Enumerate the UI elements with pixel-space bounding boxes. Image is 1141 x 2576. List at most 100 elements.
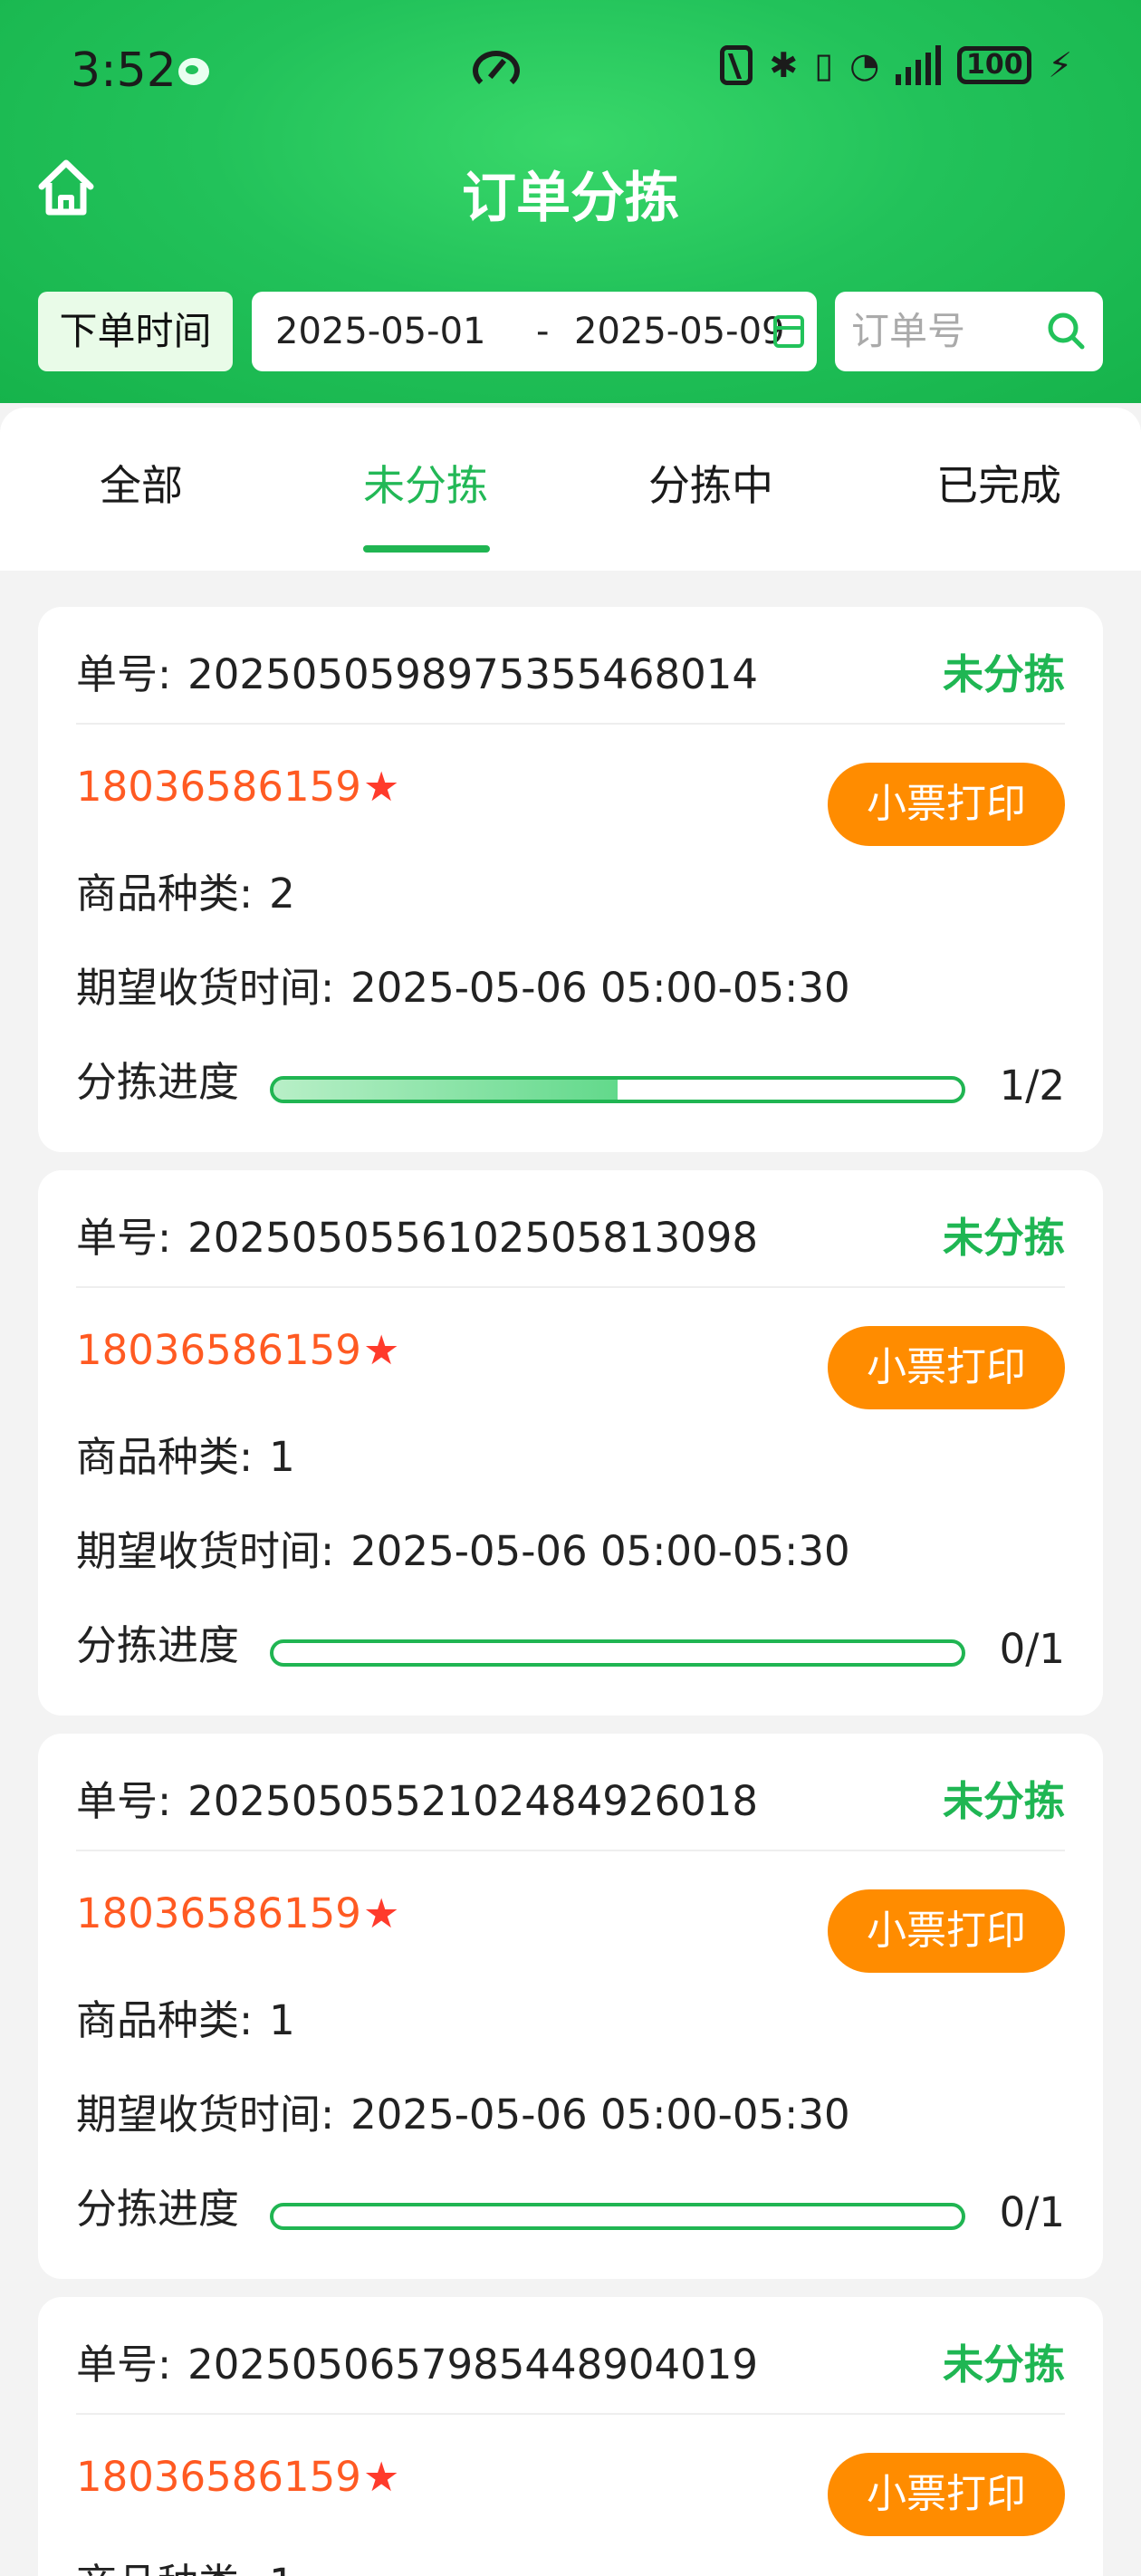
delivery-time: 期望收货时间: 2025-05-06 05:00-05:30 bbox=[76, 2081, 850, 2140]
product-types-label: 商品种类: bbox=[76, 1433, 254, 1481]
date-range-picker[interactable]: 2025-05-01 - 2025-05-09 bbox=[252, 292, 817, 371]
print-receipt-button[interactable]: 小票打印 bbox=[828, 1326, 1065, 1409]
delivery-time-label: 期望收货时间: bbox=[76, 2091, 335, 2139]
order-number: 单号: 2025050598975355468014 bbox=[76, 641, 758, 700]
sorting-progress-label: 分拣进度 bbox=[76, 1621, 240, 1669]
product-types: 商品种类: 1 bbox=[76, 1987, 295, 2046]
filter-bar: 下单时间 2025-05-01 - 2025-05-09 订单号 bbox=[38, 292, 1103, 371]
order-search-placeholder: 订单号 bbox=[851, 309, 966, 353]
order-number-value: 2025050657985448904019 bbox=[187, 2341, 759, 2389]
product-types-value: 1 bbox=[269, 1433, 295, 1481]
bluetooth-icon: ✱ bbox=[769, 45, 799, 85]
calendar-icon[interactable] bbox=[773, 315, 804, 348]
order-status: 未分拣 bbox=[942, 1214, 1065, 1262]
order-number-value: 2025050552102484926018 bbox=[187, 1777, 759, 1825]
tab-unsorted[interactable]: 未分拣 bbox=[363, 453, 488, 513]
delivery-time-value: 2025-05-06 05:00-05:30 bbox=[350, 2091, 850, 2139]
signal-icon bbox=[896, 45, 942, 85]
order-number: 单号: 2025050556102505813098 bbox=[76, 1205, 758, 1264]
order-number: 单号: 2025050552102484926018 bbox=[76, 1768, 758, 1827]
customer-phone: 18036586159★ bbox=[76, 2453, 399, 2501]
order-card[interactable]: 单号: 2025050657985448904019 未分拣 1803658615… bbox=[38, 2297, 1103, 2576]
phone-value: 18036586159 bbox=[76, 1889, 361, 1937]
product-types: 商品种类: 2 bbox=[76, 860, 295, 919]
sorting-progress-bar bbox=[270, 2203, 965, 2230]
status-bar: 3:52 ✱ ▯ ◔ 100 ⚡ bbox=[0, 0, 1141, 145]
tab-all[interactable]: 全部 bbox=[100, 453, 183, 513]
phone-value: 18036586159 bbox=[76, 1326, 361, 1374]
order-number-label: 单号: bbox=[76, 2341, 172, 2389]
order-number-value: 2025050598975355468014 bbox=[187, 650, 759, 698]
tab-sorting[interactable]: 分拣中 bbox=[648, 453, 773, 513]
top-header: 3:52 ✱ ▯ ◔ 100 ⚡ 订单分拣 下单时间 2025-05-01 - … bbox=[0, 0, 1141, 403]
sorting-progress-label: 分拣进度 bbox=[76, 1058, 240, 1106]
product-types-value: 2 bbox=[269, 870, 295, 918]
active-tab-indicator bbox=[363, 545, 490, 553]
status-time: 3:52 bbox=[71, 43, 177, 98]
customer-phone: 18036586159★ bbox=[76, 763, 399, 811]
delivery-time-label: 期望收货时间: bbox=[76, 964, 335, 1012]
wechat-icon bbox=[178, 58, 209, 85]
charging-icon: ⚡ bbox=[1048, 45, 1072, 85]
nfc-icon bbox=[720, 45, 753, 85]
card-divider bbox=[76, 1850, 1065, 1851]
date-start: 2025-05-01 bbox=[275, 311, 486, 352]
sorting-progress-bar bbox=[270, 1639, 965, 1667]
print-receipt-button[interactable]: 小票打印 bbox=[828, 2453, 1065, 2536]
delivery-time-value: 2025-05-06 05:00-05:30 bbox=[350, 1527, 850, 1575]
phone-value: 18036586159 bbox=[76, 2453, 361, 2501]
battery-icon: 100 bbox=[957, 46, 1032, 84]
customer-phone: 18036586159★ bbox=[76, 1889, 399, 1937]
order-number-value: 2025050556102505813098 bbox=[187, 1214, 759, 1262]
progress-fill bbox=[273, 1080, 618, 1100]
star-icon: ★ bbox=[362, 1889, 400, 1937]
star-icon: ★ bbox=[362, 763, 400, 811]
order-status: 未分拣 bbox=[942, 650, 1065, 698]
product-types-label: 商品种类: bbox=[76, 870, 254, 918]
print-receipt-button[interactable]: 小票打印 bbox=[828, 1889, 1065, 1973]
order-status-tabs: 全部 未分拣 分拣中 已完成 bbox=[0, 408, 1141, 571]
status-icons: ✱ ▯ ◔ 100 ⚡ bbox=[720, 45, 1072, 85]
order-number-label: 单号: bbox=[76, 1777, 172, 1825]
sorting-progress-bar bbox=[270, 1076, 965, 1103]
product-types-value: 1 bbox=[269, 2560, 295, 2576]
search-icon[interactable] bbox=[1047, 312, 1085, 350]
speed-icon bbox=[473, 51, 520, 91]
customer-phone: 18036586159★ bbox=[76, 1326, 399, 1374]
order-card[interactable]: 单号: 2025050552102484926018 未分拣 1803658615… bbox=[38, 1734, 1103, 2279]
print-receipt-button[interactable]: 小票打印 bbox=[828, 763, 1065, 846]
order-card[interactable]: 单号: 2025050598975355468014 未分拣 1803658615… bbox=[38, 607, 1103, 1152]
order-number-label: 单号: bbox=[76, 1214, 172, 1262]
date-end: 2025-05-09 bbox=[574, 311, 785, 352]
order-status: 未分拣 bbox=[942, 1777, 1065, 1825]
page-title: 订单分拣 bbox=[462, 167, 679, 230]
delivery-time: 期望收货时间: 2025-05-06 05:00-05:30 bbox=[76, 1518, 850, 1577]
order-card[interactable]: 单号: 2025050556102505813098 未分拣 1803658615… bbox=[38, 1170, 1103, 1716]
order-number-label: 单号: bbox=[76, 650, 172, 698]
delivery-time-label: 期望收货时间: bbox=[76, 1527, 335, 1575]
wifi-icon: ◔ bbox=[849, 45, 880, 85]
delivery-time-value: 2025-05-06 05:00-05:30 bbox=[350, 964, 850, 1012]
product-types-label: 商品种类: bbox=[76, 1996, 254, 2044]
sorting-progress-label: 分拣进度 bbox=[76, 2185, 240, 2233]
order-status: 未分拣 bbox=[942, 2341, 1065, 2389]
delivery-time: 期望收货时间: 2025-05-06 05:00-05:30 bbox=[76, 955, 850, 1014]
tab-completed[interactable]: 已完成 bbox=[936, 453, 1061, 513]
sorting-progress-text: 1/2 bbox=[999, 1062, 1065, 1110]
card-divider bbox=[76, 723, 1065, 725]
sorting-progress-text: 0/1 bbox=[999, 1625, 1065, 1673]
sorting-progress-text: 0/1 bbox=[999, 2188, 1065, 2236]
star-icon: ★ bbox=[362, 2453, 400, 2501]
order-search-input[interactable]: 订单号 bbox=[835, 292, 1103, 371]
card-divider bbox=[76, 2413, 1065, 2415]
card-divider bbox=[76, 1286, 1065, 1288]
product-types-label: 商品种类: bbox=[76, 2560, 253, 2576]
product-types: 商品种类: 1 bbox=[76, 1424, 295, 1483]
order-number: 单号: 2025050657985448904019 bbox=[76, 2331, 758, 2390]
product-types: 商品种类: 1 bbox=[76, 2551, 295, 2576]
vibrate-icon: ▯ bbox=[814, 45, 834, 85]
order-time-filter[interactable]: 下单时间 bbox=[38, 292, 233, 371]
star-icon: ★ bbox=[362, 1326, 400, 1374]
phone-value: 18036586159 bbox=[76, 763, 361, 811]
product-types-value: 1 bbox=[269, 1996, 295, 2044]
